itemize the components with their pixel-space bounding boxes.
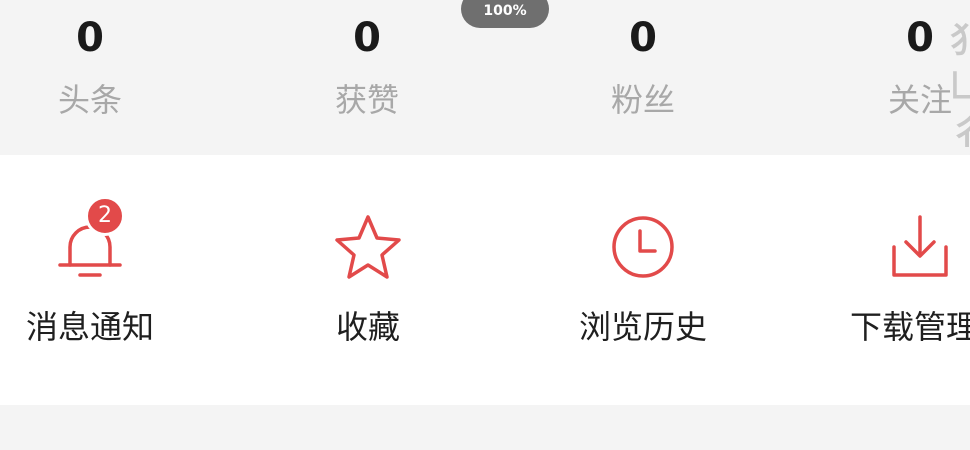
stat-value: 0: [76, 15, 104, 61]
star-icon: [328, 207, 408, 287]
zoom-indicator: 100%: [461, 0, 549, 28]
tool-history[interactable]: 浏览历史: [543, 155, 743, 405]
notification-badge: 2: [85, 196, 125, 236]
stat-value: 0: [353, 15, 381, 61]
side-glyph: 彳: [950, 113, 970, 153]
tool-notifications[interactable]: 2 消息通知: [0, 155, 190, 405]
tool-label: 下载管理: [850, 308, 970, 346]
tool-downloads[interactable]: 下载管理: [820, 155, 970, 405]
clock-icon: [603, 207, 683, 287]
tool-label: 浏览历史: [578, 308, 707, 346]
tool-favorites[interactable]: 收藏: [268, 155, 468, 405]
tools-card: 2 消息通知 收藏 浏览历史 下载管理: [0, 155, 970, 405]
side-glyph: 凵: [950, 67, 970, 107]
stat-label: 粉丝: [610, 81, 675, 119]
stat-label: 头条: [57, 81, 122, 119]
side-glyph: 犭: [950, 21, 970, 61]
tool-label: 消息通知: [25, 308, 154, 346]
clipped-side-text: 犭 凵 彳: [950, 18, 970, 156]
download-icon: [880, 207, 960, 287]
profile-screen: 100% 0 头条 0 获赞 0 粉丝 0 关注 犭 凵 彳 2 消息通知 收藏…: [0, 0, 970, 450]
stat-label: 获赞: [334, 81, 399, 119]
stat-value: 0: [629, 15, 657, 61]
tool-label: 收藏: [335, 308, 400, 346]
